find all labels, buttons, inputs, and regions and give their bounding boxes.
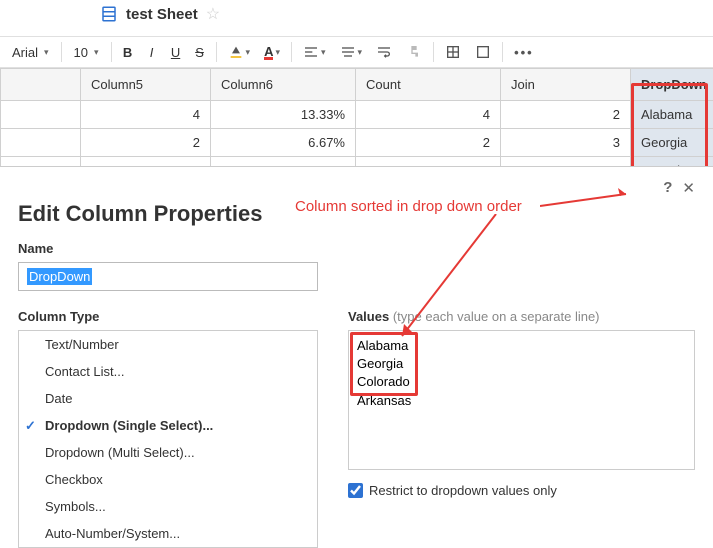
cell[interactable]: 2	[501, 101, 631, 129]
more-button[interactable]: •••	[509, 42, 539, 63]
column-type-option[interactable]: Symbols...	[19, 493, 317, 520]
column-type-option[interactable]: Checkbox	[19, 466, 317, 493]
format-painter-button[interactable]	[401, 41, 427, 63]
borders-button[interactable]	[440, 41, 466, 63]
row-number-cell[interactable]	[1, 129, 81, 157]
column-name-input[interactable]: DropDown	[18, 262, 318, 291]
align-vertical-button[interactable]: ▾	[335, 41, 368, 63]
cell[interactable]: 6.67%	[211, 129, 356, 157]
column-header[interactable]: Column5	[81, 69, 211, 101]
column-type-option[interactable]: Auto-Number/System...	[19, 520, 317, 547]
fill-color-button[interactable]: ▾	[223, 41, 256, 63]
table-row[interactable]: 2 6.67% 2 3 Georgia	[1, 129, 713, 157]
column-type-option[interactable]: Date	[19, 385, 317, 412]
dropdown-cell[interactable]: Alabama	[631, 101, 713, 129]
formatting-toolbar: Arial▾ 10▾ B I U S ▾ A▾ ▾ ▾ •••	[0, 36, 713, 68]
underline-button[interactable]: U	[166, 42, 186, 63]
column-type-option[interactable]: Dropdown (Multi Select)...	[19, 439, 317, 466]
row-number-cell[interactable]	[1, 101, 81, 129]
column-header-dropdown[interactable]: DropDown	[631, 69, 713, 101]
font-family-dropdown[interactable]: Arial▾	[6, 43, 55, 62]
column-header[interactable]: Count	[356, 69, 501, 101]
values-label: Values (type each value on a separate li…	[348, 309, 695, 324]
sheet-header: test Sheet ☆	[0, 0, 713, 28]
name-label: Name	[18, 241, 695, 256]
table-row[interactable]: 4 13.33% 4 2 Alabama	[1, 101, 713, 129]
restrict-checkbox[interactable]	[348, 483, 363, 498]
dropdown-values-textarea[interactable]	[348, 330, 695, 470]
dropdown-cell[interactable]: Georgia	[631, 129, 713, 157]
cell[interactable]: 2	[356, 129, 501, 157]
row-number-header[interactable]	[1, 69, 81, 101]
cell[interactable]: 4	[356, 101, 501, 129]
cell[interactable]: 4	[81, 101, 211, 129]
text-color-button[interactable]: A▾	[259, 41, 285, 63]
column-type-option[interactable]: Text/Number	[19, 331, 317, 358]
annotation-text: Column sorted in drop down order	[295, 198, 522, 215]
font-size-dropdown[interactable]: 10▾	[68, 43, 105, 62]
close-icon[interactable]: ✕	[682, 179, 695, 197]
help-icon[interactable]: ?	[663, 179, 672, 197]
column-type-option[interactable]: Contact List...	[19, 358, 317, 385]
wrap-text-button[interactable]	[371, 41, 397, 63]
align-left-button[interactable]: ▾	[298, 41, 331, 63]
column-header[interactable]: Join	[501, 69, 631, 101]
conditional-format-button[interactable]	[470, 41, 496, 63]
column-header[interactable]: Column6	[211, 69, 356, 101]
column-type-list[interactable]: Text/NumberContact List...DateDropdown (…	[18, 330, 318, 548]
strikethrough-button[interactable]: S	[190, 42, 210, 63]
cell[interactable]: 13.33%	[211, 101, 356, 129]
sheet-icon	[100, 5, 118, 23]
column-type-label: Column Type	[18, 309, 318, 324]
restrict-label: Restrict to dropdown values only	[369, 483, 557, 498]
header-row: Column5 Column6 Count Join DropDown	[1, 69, 713, 101]
cell[interactable]: 3	[501, 129, 631, 157]
bold-button[interactable]: B	[118, 42, 138, 63]
italic-button[interactable]: I	[142, 42, 162, 63]
edit-column-properties-dialog: ? ✕ Edit Column Properties Name DropDown…	[0, 166, 713, 502]
favorite-star-icon[interactable]: ☆	[206, 4, 220, 24]
cell[interactable]: 2	[81, 129, 211, 157]
sheet-title: test Sheet	[126, 6, 198, 23]
column-type-option[interactable]: Dropdown (Single Select)...	[19, 412, 317, 439]
